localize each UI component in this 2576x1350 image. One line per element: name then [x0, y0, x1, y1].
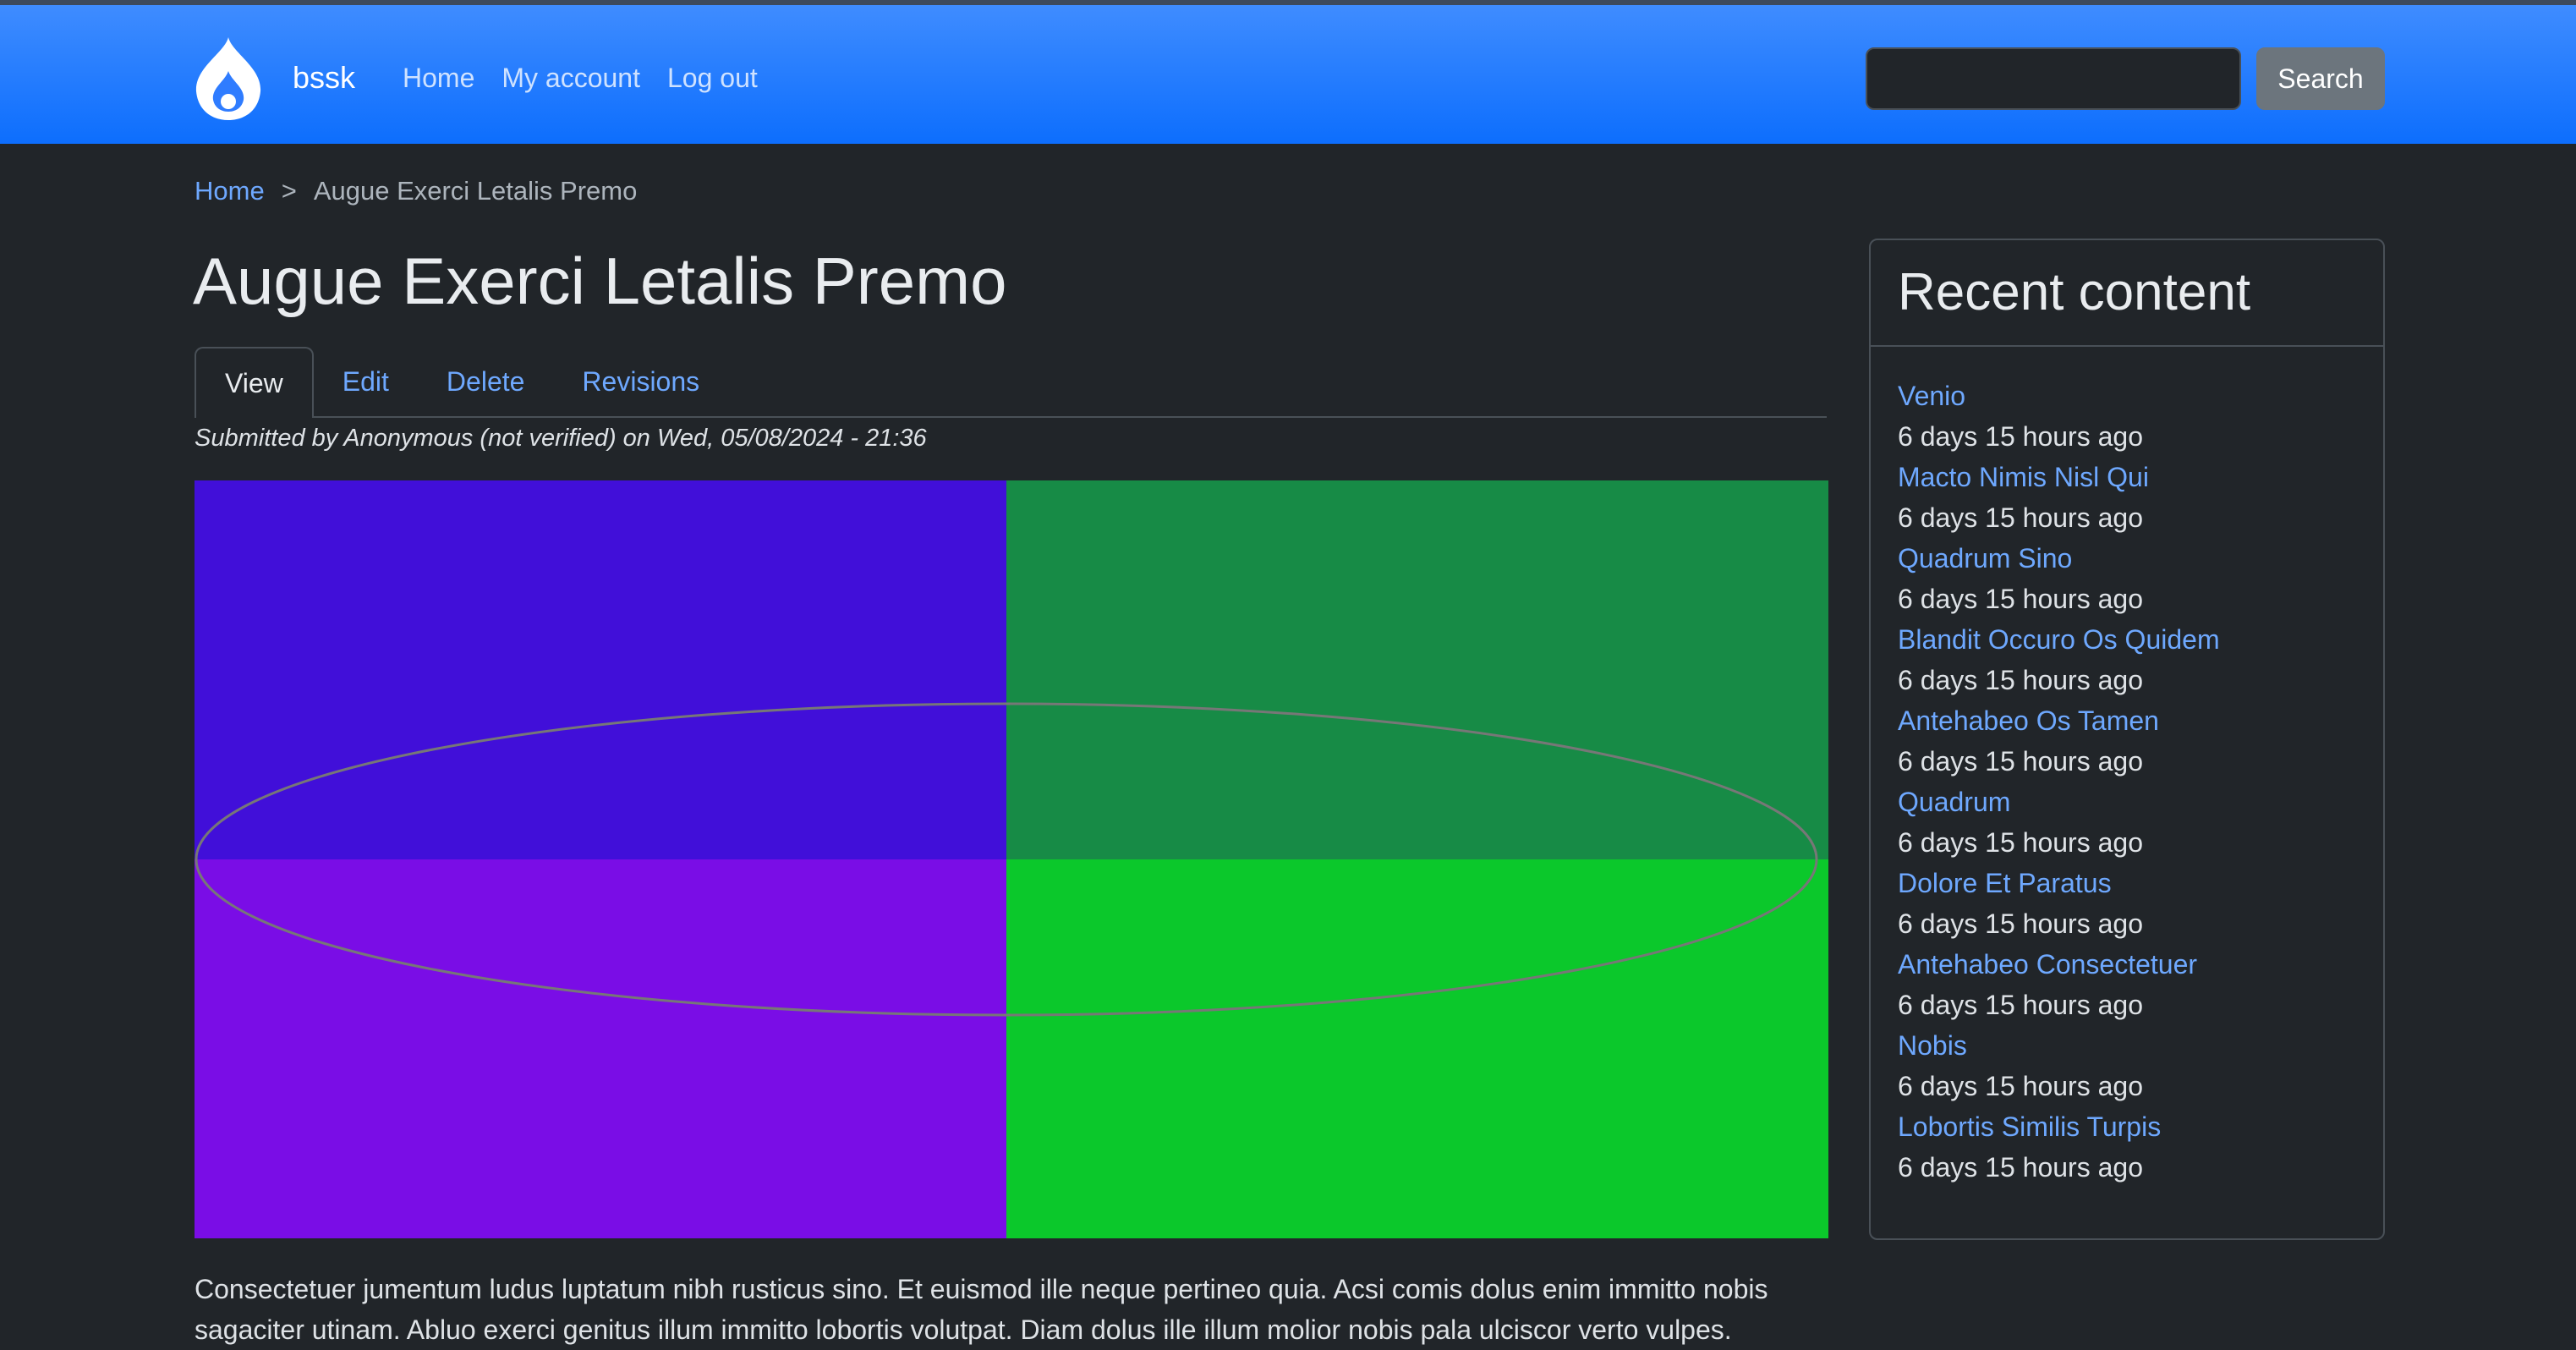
article-image: [195, 480, 1828, 1238]
recent-content-time: 6 days 15 hours ago: [1898, 1071, 2143, 1101]
recent-content-link[interactable]: Blandit Occuro Os Quidem: [1898, 619, 2220, 660]
recent-content-time: 6 days 15 hours ago: [1898, 827, 2143, 858]
recent-content-time: 6 days 15 hours ago: [1898, 502, 2143, 533]
breadcrumb: Home > Augue Exerci Letalis Premo: [195, 174, 637, 208]
image-quadrant-bottom-right: [1006, 859, 1828, 1238]
nav-home-link[interactable]: Home: [403, 56, 474, 100]
recent-content-link[interactable]: Dolore Et Paratus: [1898, 863, 2220, 903]
image-quadrant-top-right: [1006, 480, 1828, 859]
recent-content-link[interactable]: Nobis: [1898, 1025, 2220, 1066]
list-item: Venio 6 days 15 hours ago: [1898, 376, 2220, 457]
recent-content-time: 6 days 15 hours ago: [1898, 990, 2143, 1020]
tab-view[interactable]: View: [195, 347, 314, 418]
search-input[interactable]: [1866, 47, 2241, 110]
tab-revisions[interactable]: Revisions: [553, 347, 728, 416]
tab-edit[interactable]: Edit: [314, 347, 418, 416]
search-button[interactable]: Search: [2256, 47, 2385, 110]
list-item: Blandit Occuro Os Quidem 6 days 15 hours…: [1898, 619, 2220, 700]
recent-content-link[interactable]: Macto Nimis Nisl Qui: [1898, 457, 2220, 497]
breadcrumb-current: Augue Exerci Letalis Premo: [313, 176, 638, 206]
list-item: Dolore Et Paratus 6 days 15 hours ago: [1898, 863, 2220, 944]
recent-content-time: 6 days 15 hours ago: [1898, 584, 2143, 614]
drupal-logo-icon[interactable]: [193, 34, 264, 122]
list-item: Macto Nimis Nisl Qui 6 days 15 hours ago: [1898, 457, 2220, 538]
recent-content-list: Venio 6 days 15 hours ago Macto Nimis Ni…: [1871, 376, 2220, 1188]
breadcrumb-separator: >: [281, 176, 297, 206]
recent-content-link[interactable]: Lobortis Similis Turpis: [1898, 1106, 2220, 1147]
list-item: Quadrum 6 days 15 hours ago: [1898, 782, 2220, 863]
recent-content-time: 6 days 15 hours ago: [1898, 908, 2143, 939]
recent-content-link[interactable]: Quadrum Sino: [1898, 538, 2220, 579]
site-header: bssk Home My account Log out Search: [0, 5, 2576, 144]
submitted-info: Submitted by Anonymous (not verified) on…: [195, 425, 927, 452]
tab-delete[interactable]: Delete: [418, 347, 554, 416]
recent-content-time: 6 days 15 hours ago: [1898, 1152, 2143, 1183]
list-item: Nobis 6 days 15 hours ago: [1898, 1025, 2220, 1106]
nav-log-out-link[interactable]: Log out: [667, 56, 758, 100]
list-item: Antehabeo Consectetuer 6 days 15 hours a…: [1898, 944, 2220, 1025]
recent-content-link[interactable]: Quadrum: [1898, 782, 2220, 822]
list-item: Antehabeo Os Tamen 6 days 15 hours ago: [1898, 700, 2220, 782]
page-title: Augue Exerci Letalis Premo: [193, 244, 1007, 318]
site-name[interactable]: bssk: [293, 56, 355, 100]
image-quadrant-bottom-left: [195, 859, 1006, 1238]
sidebar-header: Recent content: [1871, 240, 2383, 347]
nav-my-account-link[interactable]: My account: [501, 56, 640, 100]
image-quadrant-top-left: [195, 480, 1006, 859]
recent-content-link[interactable]: Venio: [1898, 376, 2220, 416]
recent-content-time: 6 days 15 hours ago: [1898, 421, 2143, 452]
sidebar-title: Recent content: [1898, 263, 2251, 321]
list-item: Lobortis Similis Turpis 6 days 15 hours …: [1898, 1106, 2220, 1188]
local-tasks-tabs: View Edit Delete Revisions: [195, 347, 1827, 418]
recent-content-link[interactable]: Antehabeo Os Tamen: [1898, 700, 2220, 741]
article-body: Consectetuer jumentum ludus luptatum nib…: [195, 1274, 1768, 1345]
recent-content-block: Recent content Venio 6 days 15 hours ago…: [1869, 239, 2385, 1240]
recent-content-time: 6 days 15 hours ago: [1898, 665, 2143, 695]
main-nav: Home My account Log out: [403, 56, 758, 100]
breadcrumb-home-link[interactable]: Home: [195, 174, 265, 208]
recent-content-link[interactable]: Antehabeo Consectetuer: [1898, 944, 2220, 985]
recent-content-time: 6 days 15 hours ago: [1898, 746, 2143, 777]
list-item: Quadrum Sino 6 days 15 hours ago: [1898, 538, 2220, 619]
